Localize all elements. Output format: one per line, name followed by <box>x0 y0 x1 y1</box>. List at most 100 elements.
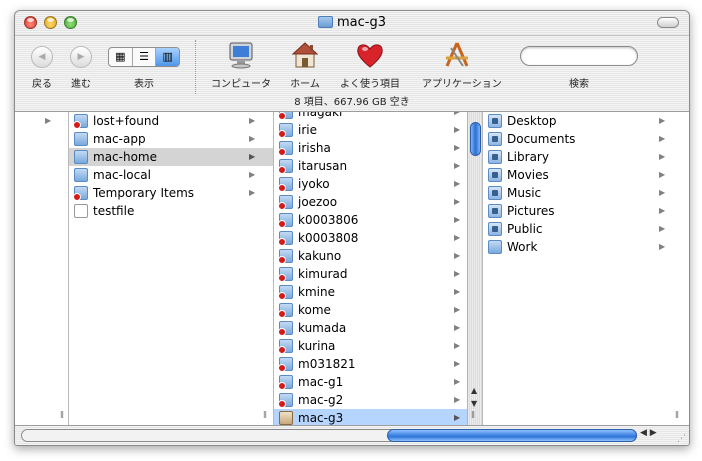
horizontal-scrollbar[interactable]: ◀ ▶ ⋰ <box>15 425 689 445</box>
restricted-folder-icon <box>278 321 293 336</box>
list-item[interactable]: irisha ▶ <box>274 139 467 157</box>
list-item[interactable]: Pictures ▶ <box>483 202 673 220</box>
window-title: mac-g3 <box>15 15 689 30</box>
restricted-folder-icon <box>278 303 293 318</box>
item-label: k0003808 <box>298 231 359 245</box>
item-label: m031821 <box>298 357 356 371</box>
applications-label: アプリケーション <box>422 79 502 90</box>
list-item[interactable]: testfile <box>69 202 273 220</box>
list-item[interactable]: mac-g2 ▶ <box>274 391 467 409</box>
list-item[interactable]: m031821 ▶ <box>274 355 467 373</box>
list-item[interactable]: Music ▶ <box>483 184 673 202</box>
search-input[interactable] <box>520 46 638 66</box>
item-label: kumada <box>298 321 347 335</box>
list-item[interactable]: mac-local ▶ <box>69 166 273 184</box>
list-item[interactable]: lost+found ▶ <box>69 112 273 130</box>
restricted-folder-icon <box>278 393 293 408</box>
icon-view-icon[interactable]: ▦ <box>109 48 133 66</box>
view-label: 表示 <box>134 79 154 90</box>
restricted-folder-icon <box>278 339 293 354</box>
item-label: magaki <box>298 112 343 119</box>
browser-column-2[interactable]: lost+found ▶ mac-app ▶ mac-home ▶ mac-lo… <box>69 112 273 425</box>
scroll-up-arrow-icon[interactable]: ▲ <box>471 386 477 395</box>
column-resize-handle[interactable]: ll <box>675 411 679 421</box>
scroll-arrows-icon[interactable]: ◀ ▶ <box>640 428 657 438</box>
list-item[interactable]: joezoo ▶ <box>274 193 467 211</box>
restricted-folder-icon <box>278 285 293 300</box>
list-item[interactable]: kome ▶ <box>274 301 467 319</box>
resize-grip-icon[interactable]: ⋰ <box>677 434 686 444</box>
disclosure-arrow-icon: ▶ <box>454 305 461 314</box>
restricted-folder-icon <box>278 177 293 192</box>
list-item[interactable]: k0003806 ▶ <box>274 211 467 229</box>
column-view-icon[interactable]: ▥ <box>156 48 179 66</box>
browser-column-1[interactable]: ▶ <box>15 112 68 425</box>
list-item[interactable]: magaki ▶ <box>274 112 467 121</box>
restricted-folder-icon <box>278 267 293 282</box>
disclosure-arrow-icon: ▶ <box>659 206 666 215</box>
list-item-selected[interactable]: mac-g3 ▶ <box>274 409 467 425</box>
scroll-down-arrow-icon[interactable]: ▼ <box>471 399 477 408</box>
disclosure-arrow-icon: ▶ <box>659 134 666 143</box>
home-folder-icon <box>279 411 293 425</box>
list-view-icon[interactable]: ☰ <box>133 48 157 66</box>
column-resize-handle[interactable]: ll <box>263 411 267 421</box>
browser-column-4[interactable]: Desktop ▶ Documents ▶ Library ▶ Movies ▶… <box>483 112 673 425</box>
toolbar-toggle-button[interactable] <box>657 17 679 28</box>
list-item[interactable]: mac-g1 ▶ <box>274 373 467 391</box>
item-label: mac-app <box>93 132 146 146</box>
item-label: kmine <box>298 285 335 299</box>
list-item[interactable]: irie ▶ <box>274 121 467 139</box>
restricted-folder-icon <box>278 195 293 210</box>
disclosure-arrow-icon: ▶ <box>249 188 256 197</box>
disclosure-arrow-icon: ▶ <box>454 215 461 224</box>
column-resize-handle[interactable]: ll <box>60 411 64 421</box>
disclosure-arrow-icon: ▶ <box>454 112 460 121</box>
restricted-folder-icon <box>278 123 293 138</box>
disclosure-arrow-icon: ▶ <box>249 152 256 161</box>
list-item[interactable]: kimurad ▶ <box>274 265 467 283</box>
list-item[interactable]: itarusan ▶ <box>274 157 467 175</box>
restricted-folder-icon <box>278 112 293 120</box>
column-3-scrollbar[interactable]: ▲ ▼ <box>467 112 482 425</box>
folder-icon <box>74 132 88 146</box>
list-item[interactable]: kumada ▶ <box>274 319 467 337</box>
home-label: ホーム <box>290 79 320 90</box>
column-resize-handle[interactable]: ll <box>471 411 475 421</box>
list-item[interactable]: kurina ▶ <box>274 337 467 355</box>
list-item[interactable]: Work ▶ <box>483 238 673 256</box>
heart-icon <box>357 44 383 68</box>
list-item[interactable]: k0003808 ▶ <box>274 229 467 247</box>
list-item-selected[interactable]: mac-home ▶ <box>69 148 273 166</box>
disclosure-arrow-icon: ▶ <box>659 170 666 179</box>
disclosure-arrow-icon: ▶ <box>454 359 461 368</box>
disclosure-arrow-icon: ▶ <box>249 134 256 143</box>
list-item[interactable]: ▶ <box>15 112 68 130</box>
list-item[interactable]: kmine ▶ <box>274 283 467 301</box>
scroll-thumb[interactable] <box>470 122 481 156</box>
title-bar[interactable]: mac-g3 <box>15 11 689 36</box>
list-item[interactable]: Temporary Items ▶ <box>69 184 273 202</box>
list-item[interactable]: Desktop ▶ <box>483 112 673 130</box>
view-mode-control[interactable]: ▦ ☰ ▥ <box>108 47 180 67</box>
document-icon <box>74 204 88 218</box>
disclosure-arrow-icon: ▶ <box>249 170 256 179</box>
item-label: Work <box>507 240 538 254</box>
list-item[interactable]: Movies ▶ <box>483 166 673 184</box>
list-item[interactable]: mac-app ▶ <box>69 130 273 148</box>
list-item[interactable]: iyoko ▶ <box>274 175 467 193</box>
scroll-thumb[interactable] <box>387 429 637 442</box>
pictures-folder-icon <box>488 204 502 218</box>
browser-column-3[interactable]: magaki ▶ irie ▶ irisha ▶ itarusan ▶ iyok… <box>274 112 467 425</box>
disclosure-arrow-icon: ▶ <box>454 413 461 422</box>
disclosure-arrow-icon: ▶ <box>454 377 461 386</box>
list-item[interactable]: Public ▶ <box>483 220 673 238</box>
restricted-folder-icon <box>278 357 293 372</box>
computer-icon <box>229 42 253 69</box>
computer-label: コンピュータ <box>211 79 271 90</box>
item-label: kakuno <box>298 249 342 263</box>
list-item[interactable]: Library ▶ <box>483 148 673 166</box>
restricted-folder-icon <box>73 186 88 201</box>
list-item[interactable]: Documents ▶ <box>483 130 673 148</box>
list-item[interactable]: kakuno ▶ <box>274 247 467 265</box>
